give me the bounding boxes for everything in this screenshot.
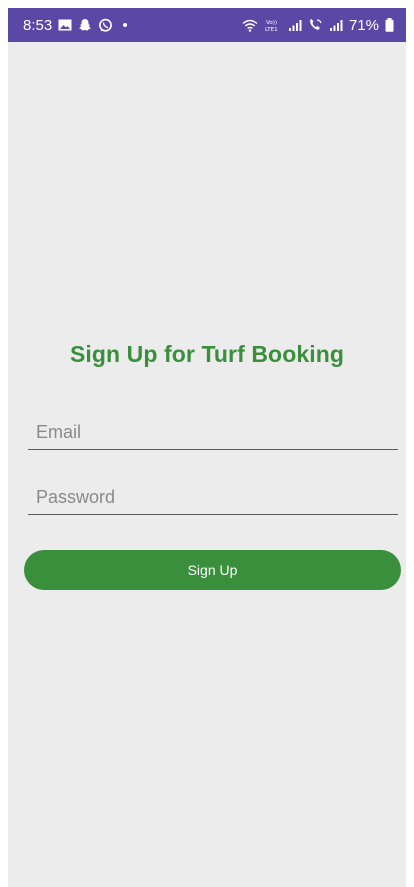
password-field[interactable] <box>28 485 398 515</box>
battery-percentage: 71% <box>348 16 379 34</box>
email-field[interactable] <box>28 420 398 450</box>
notification-dot <box>123 23 128 27</box>
volte-icon: Vo)) LTE1 <box>264 18 282 32</box>
gallery-icon <box>58 19 72 31</box>
status-bar: 8:53 Vo)) LTE1 71% <box>8 8 406 42</box>
page-title: Sign Up for Turf Booking <box>69 341 345 367</box>
whatsapp-icon <box>98 18 113 33</box>
wifi-calling-icon <box>308 18 323 32</box>
signal-icon <box>288 19 302 32</box>
wifi-icon <box>242 19 258 32</box>
signal-icon <box>329 19 343 32</box>
status-right: Vo)) LTE1 71% <box>242 17 394 34</box>
sign-up-button[interactable]: Sign Up <box>24 550 401 590</box>
svg-text:LTE1: LTE1 <box>265 27 278 32</box>
phone-screen: 8:53 Vo)) LTE1 71% Sign Up for Turf Book… <box>8 8 406 887</box>
snapchat-icon <box>78 18 92 32</box>
status-time: 8:53 <box>23 16 53 34</box>
status-left: 8:53 <box>23 16 128 34</box>
battery-icon <box>385 18 394 32</box>
svg-text:Vo)): Vo)) <box>266 20 277 26</box>
